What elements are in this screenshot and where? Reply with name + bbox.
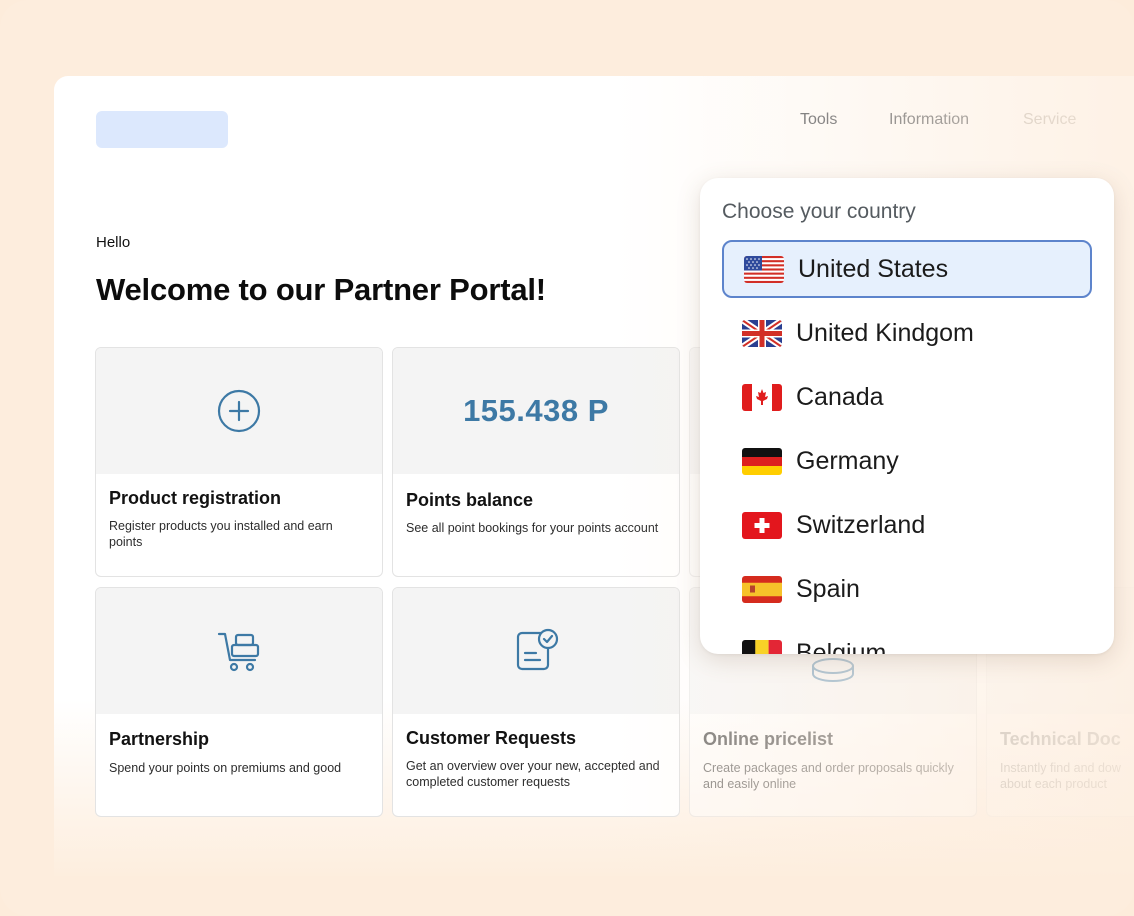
nav-item-service[interactable]: Service (1023, 111, 1076, 129)
document-check-icon (516, 628, 559, 671)
belgium-flag-icon (742, 639, 782, 654)
country-label: Spain (796, 574, 860, 603)
germany-flag-icon (742, 447, 782, 475)
coins-icon (812, 658, 854, 682)
card-header (393, 588, 679, 714)
country-list[interactable]: United States United Kindgom Canada Germ… (700, 238, 1114, 654)
country-option-canada[interactable]: Canada (722, 368, 1092, 426)
shopping-cart-icon (217, 632, 260, 672)
plus-circle-icon (217, 389, 261, 433)
switzerland-flag-icon (742, 511, 782, 539)
card-description: Get an overview over your new, accepted … (406, 759, 660, 789)
country-label: United Kindgom (796, 318, 974, 347)
card-points-balance[interactable]: 155.438 P Points balance See all point b… (392, 347, 680, 577)
greeting: Hello (96, 234, 131, 251)
uk-flag-icon (742, 319, 782, 347)
country-option-switzerland[interactable]: Switzerland (722, 496, 1092, 554)
card-title: Technical Doc (1000, 729, 1121, 749)
card-title: Customer Requests (406, 728, 577, 748)
nav-item-information[interactable]: Information (889, 111, 969, 129)
canada-flag-icon (742, 383, 782, 411)
card-partnership[interactable]: Partnership Spend your points on premium… (95, 587, 383, 817)
card-title: Points balance (406, 490, 534, 510)
country-option-united-states[interactable]: United States (722, 240, 1092, 298)
card-description: Instantly find and dow about each produc… (1000, 761, 1121, 791)
card-description: Create packages and order proposals quic… (703, 761, 954, 791)
dropdown-title: Choose your country (722, 200, 916, 223)
card-description: See all point bookings for your points a… (406, 521, 659, 535)
country-option-belgium[interactable]: Belgium (722, 624, 1092, 654)
country-option-spain[interactable]: Spain (722, 560, 1092, 618)
spain-flag-icon (742, 575, 782, 603)
country-label: Belgium (796, 638, 887, 655)
country-label: United States (798, 254, 949, 283)
card-customer-requests[interactable]: Customer Requests Get an overview over y… (392, 587, 680, 817)
country-label: Germany (796, 446, 899, 475)
country-option-germany[interactable]: Germany (722, 432, 1092, 490)
logo[interactable] (96, 111, 228, 148)
points-value: 155.438 P (463, 393, 609, 428)
card-header (96, 588, 382, 714)
nav-item-tools[interactable]: Tools (800, 111, 837, 129)
card-header (96, 348, 382, 474)
us-flag-icon (744, 255, 784, 283)
card-description: Spend your points on premiums and good (109, 761, 342, 775)
card-title: Partnership (109, 729, 210, 749)
card-title: Product registration (109, 488, 282, 508)
page-title: Welcome to our Partner Portal! (96, 272, 546, 307)
country-dropdown[interactable]: Choose your country United States United… (700, 178, 1114, 654)
country-label: Canada (796, 382, 884, 411)
country-option-united-kingdom[interactable]: United Kindgom (722, 304, 1092, 362)
card-product-registration[interactable]: Product registration Register products y… (95, 347, 383, 577)
card-description: Register products you installed and earn… (109, 519, 333, 549)
card-title: Online pricelist (703, 729, 834, 749)
country-label: Switzerland (796, 510, 926, 539)
card-header: 155.438 P (393, 348, 679, 474)
